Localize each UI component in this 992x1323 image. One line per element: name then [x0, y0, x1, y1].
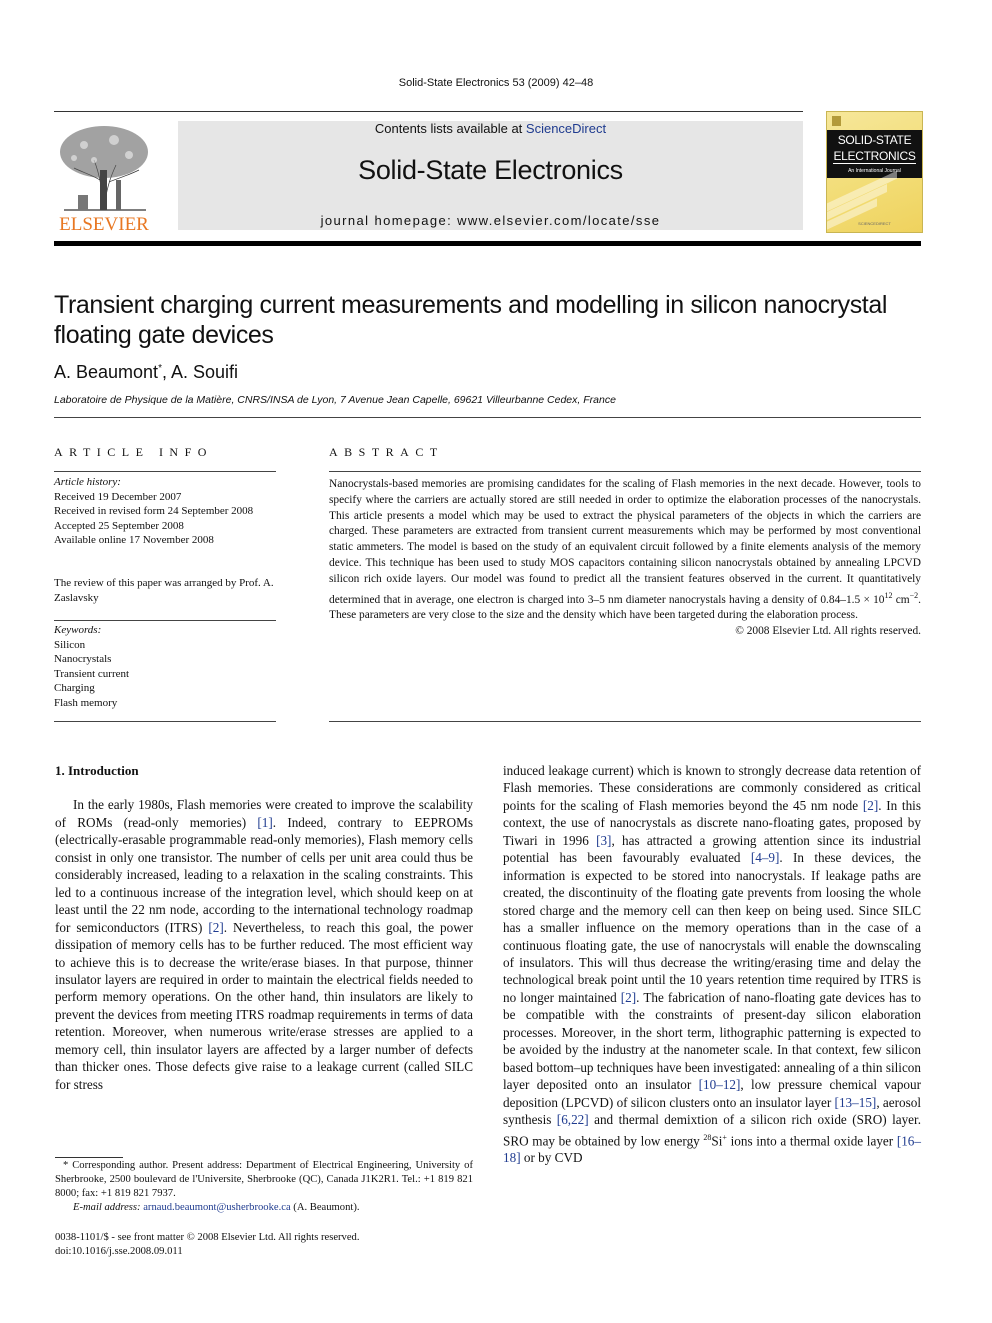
citation-link[interactable]: [3]	[596, 833, 611, 848]
elsevier-tree-icon: ELSEVIER	[59, 126, 149, 235]
sciencedirect-link[interactable]: ScienceDirect	[526, 121, 606, 136]
contents-line: Contents lists available at ScienceDirec…	[178, 121, 803, 136]
history-received: Received 19 December 2007	[54, 490, 182, 503]
author-1[interactable]: A. Beaumont	[54, 362, 158, 382]
article-history: Article history: Received 19 December 20…	[54, 475, 276, 548]
contents-prefix: Contents lists available at	[374, 121, 526, 136]
history-revised: Received in revised form 24 September 20…	[54, 505, 254, 517]
abstract-body: Nanocrystals-based memories are promisin…	[329, 477, 921, 640]
article-info-rule	[54, 471, 276, 472]
email-note: E-mail address: arnaud.beaumont@usherbro…	[73, 1202, 360, 1213]
keyword: Charging	[54, 682, 95, 694]
citation-link[interactable]: [2]	[621, 990, 636, 1005]
keyword: Flash memory	[54, 696, 118, 709]
corresponding-author-note: * Corresponding author. Present address:…	[55, 1160, 473, 1199]
info-bottom-rule	[54, 721, 276, 722]
section-heading-introduction: 1. Introduction	[55, 763, 139, 778]
front-matter: 0038-1101/$ - see front matter © 2008 El…	[55, 1231, 360, 1259]
footnote-rule	[55, 1157, 123, 1158]
keyword: Transient current	[54, 667, 130, 680]
footnote: * Corresponding author. Present address:…	[55, 1159, 473, 1215]
keywords: Keywords: Silicon Nanocrystals Transient…	[54, 623, 276, 710]
intro-paragraph: In the early 1980s, Flash memories were …	[55, 797, 473, 1092]
abstract-bottom-rule	[329, 721, 921, 722]
author-2[interactable]: A. Souifi	[171, 362, 238, 382]
keyword: Nanocrystals	[54, 653, 112, 665]
journal-title: Solid-State Electronics	[358, 155, 623, 185]
review-note: The review of this paper was arranged by…	[54, 577, 274, 604]
affiliation: Laboratoire de Physique de la Matière, C…	[54, 394, 616, 406]
journal-banner: Contents lists available at ScienceDirec…	[178, 121, 803, 230]
doi-line[interactable]: doi:10.1016/j.sse.2008.09.011	[55, 1245, 360, 1259]
elsevier-logo[interactable]: ELSEVIER	[54, 120, 154, 235]
body-column-2: induced leakage current) which is known …	[503, 762, 921, 1167]
issn-line: 0038-1101/$ - see front matter © 2008 El…	[55, 1232, 360, 1243]
journal-homepage[interactable]: journal homepage: www.elsevier.com/locat…	[178, 213, 803, 228]
elsevier-mini-logo-icon	[832, 116, 841, 126]
keywords-rule	[54, 620, 276, 621]
body-column-1: 1. Introduction In the early 1980s, Flas…	[55, 762, 473, 1093]
abstract-text: Nanocrystals-based memories are promisin…	[329, 478, 921, 622]
article-info-heading: ARTICLE INFO	[54, 445, 213, 459]
affiliation-rule	[54, 417, 921, 418]
header-rule	[54, 111, 803, 112]
elsevier-wordmark: ELSEVIER	[59, 214, 149, 232]
authors: A. Beaumont*, A. Souifi	[54, 362, 238, 383]
abstract-heading: ABSTRACT	[329, 445, 444, 459]
citation-link[interactable]: [10–12]	[699, 1077, 741, 1092]
author-separator: ,	[161, 362, 171, 382]
history-label: Article history:	[54, 476, 121, 488]
citation-link[interactable]: [2]	[863, 798, 878, 813]
running-header: Solid-State Electronics 53 (2009) 42–48	[398, 77, 594, 89]
cover-publisher: SCIENCEDIRECT	[858, 221, 891, 226]
cover-line2: ELECTRONICS	[833, 149, 916, 164]
keyword: Silicon	[54, 638, 86, 651]
keywords-label: Keywords:	[54, 624, 102, 636]
cover-title-band: SOLID-STATE ELECTRONICS An International…	[827, 130, 922, 178]
citation-link[interactable]: [4–9]	[751, 850, 780, 865]
banner-bottom-rule	[54, 241, 921, 246]
cover-line3: An International Journal	[848, 168, 901, 174]
intro-paragraph-continued: induced leakage current) which is known …	[503, 763, 921, 1166]
history-accepted: Accepted 25 September 2008	[54, 519, 184, 532]
article-title: Transient charging current measurements …	[54, 291, 887, 349]
cover-line1: SOLID-STATE	[837, 133, 912, 147]
abstract-rule	[329, 471, 921, 472]
citation-link[interactable]: [13–15]	[835, 1095, 877, 1110]
citation-link[interactable]: [2]	[208, 920, 223, 935]
journal-cover[interactable]: SOLID-STATE ELECTRONICS An International…	[826, 111, 923, 233]
history-online: Available online 17 November 2008	[54, 534, 214, 546]
abstract-copyright: © 2008 Elsevier Ltd. All rights reserved…	[735, 624, 921, 637]
email-link[interactable]: arnaud.beaumont@usherbrooke.ca	[143, 1202, 290, 1213]
citation-link[interactable]: [1]	[257, 815, 272, 830]
citation-link[interactable]: [6,22]	[557, 1112, 589, 1127]
